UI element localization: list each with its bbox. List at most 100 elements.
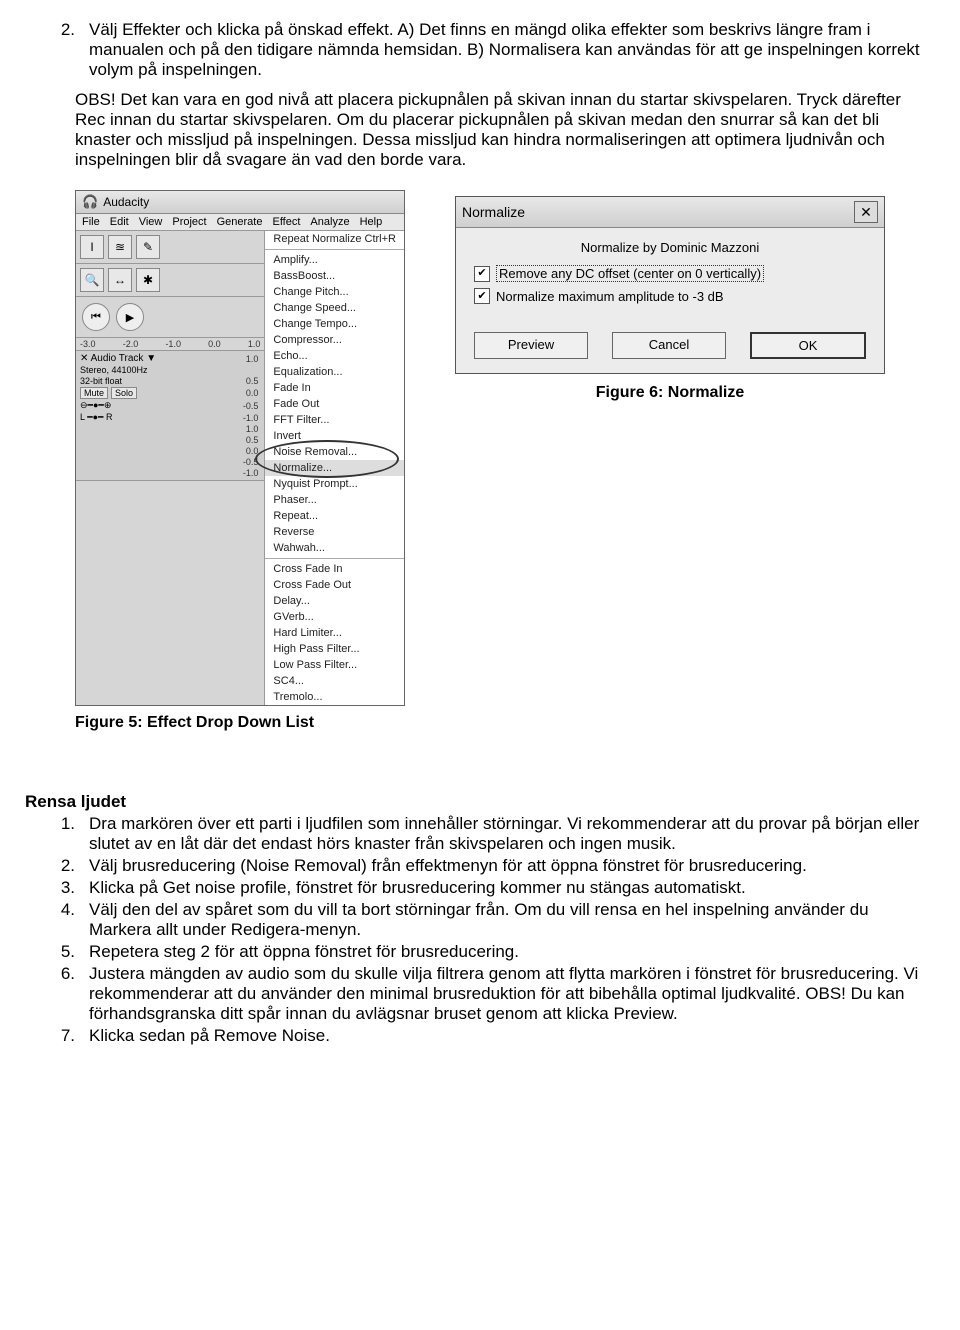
tool-row: I ≊ ✎ bbox=[76, 231, 264, 264]
section-heading: Rensa ljudet bbox=[25, 792, 935, 812]
mute-button[interactable]: Mute bbox=[80, 387, 108, 399]
list-number: 6. bbox=[25, 964, 89, 1024]
fx-item[interactable]: SC4... bbox=[265, 673, 404, 689]
track-name[interactable]: Audio Track ▼ bbox=[91, 353, 156, 364]
menu-effect[interactable]: Effect bbox=[272, 216, 300, 228]
play-icon[interactable]: ▶ bbox=[116, 303, 144, 331]
menu-generate[interactable]: Generate bbox=[217, 216, 263, 228]
fx-repeat[interactable]: Repeat Normalize Ctrl+R bbox=[265, 231, 404, 247]
list-number: 2. bbox=[25, 20, 89, 80]
skip-start-icon[interactable]: ⏮ bbox=[82, 303, 110, 331]
menu-view[interactable]: View bbox=[139, 216, 163, 228]
fx-item[interactable]: Cross Fade In bbox=[265, 561, 404, 577]
preview-button[interactable]: Preview bbox=[474, 332, 588, 359]
list-number: 1. bbox=[25, 814, 89, 854]
fx-item[interactable]: FFT Filter... bbox=[265, 412, 404, 428]
app-icon: 🎧 bbox=[82, 194, 98, 210]
timeshift-tool-icon[interactable]: ↔ bbox=[108, 268, 132, 292]
fx-item[interactable]: Equalization... bbox=[265, 364, 404, 380]
fx-item[interactable]: BassBoost... bbox=[265, 268, 404, 284]
ruler-tick: 0.0 bbox=[208, 339, 221, 349]
draw-tool-icon[interactable]: ✎ bbox=[136, 235, 160, 259]
checkbox-normalize-amp-label: Normalize maximum amplitude to -3 dB bbox=[496, 289, 724, 304]
checkbox-dc-offset[interactable]: ✔ bbox=[474, 266, 490, 282]
fx-item[interactable]: Change Pitch... bbox=[265, 284, 404, 300]
list-text: Välj Effekter och klicka på önskad effek… bbox=[89, 20, 935, 80]
fx-item[interactable]: Fade Out bbox=[265, 396, 404, 412]
close-button[interactable]: ✕ bbox=[854, 201, 878, 223]
list-text: Välj den del av spåret som du vill ta bo… bbox=[89, 900, 935, 940]
menu-analyze[interactable]: Analyze bbox=[310, 216, 349, 228]
fx-item[interactable]: High Pass Filter... bbox=[265, 641, 404, 657]
menu-project[interactable]: Project bbox=[172, 216, 206, 228]
checkbox-normalize-amp[interactable]: ✔ bbox=[474, 288, 490, 304]
fx-item[interactable]: Amplify... bbox=[265, 252, 404, 268]
checkbox-dc-offset-label: Remove any DC offset (center on 0 vertic… bbox=[496, 265, 764, 282]
obs-paragraph: OBS! Det kan vara en god nivå att placer… bbox=[25, 90, 935, 170]
cancel-button[interactable]: Cancel bbox=[612, 332, 726, 359]
bottom-section: Rensa ljudet 1.Dra markören över ett par… bbox=[25, 792, 935, 1046]
figure-6-caption: Figure 6: Normalize bbox=[455, 384, 885, 402]
time-ruler: -3.0 -2.0 -1.0 0.0 1.0 bbox=[76, 338, 264, 351]
transport-controls: ⏮ ▶ bbox=[76, 297, 264, 338]
fx-noise-removal[interactable]: Noise Removal... bbox=[265, 444, 404, 460]
menu-edit[interactable]: Edit bbox=[110, 216, 129, 228]
gain-slider-icon[interactable]: ⊖━●━⊕ bbox=[80, 400, 111, 411]
ruler-tick: 1.0 bbox=[248, 339, 261, 349]
fx-normalize[interactable]: Normalize... bbox=[265, 460, 404, 476]
ruler-tick: -1.0 bbox=[165, 339, 181, 349]
list-number: 5. bbox=[25, 942, 89, 962]
ok-button[interactable]: OK bbox=[750, 332, 866, 359]
fx-item[interactable]: Repeat... bbox=[265, 508, 404, 524]
check-icon: ✔ bbox=[477, 268, 486, 279]
fx-item[interactable]: Cross Fade Out bbox=[265, 577, 404, 593]
fx-item[interactable]: Change Tempo... bbox=[265, 316, 404, 332]
normalize-dialog: Normalize ✕ Normalize by Dominic Mazzoni… bbox=[455, 196, 885, 374]
ibeam-tool-icon[interactable]: I bbox=[80, 235, 104, 259]
fx-item[interactable]: Echo... bbox=[265, 348, 404, 364]
solo-button[interactable]: Solo bbox=[111, 387, 137, 399]
audacity-window: 🎧 Audacity File Edit View Project Genera… bbox=[75, 190, 405, 706]
fx-item[interactable]: Nyquist Prompt... bbox=[265, 476, 404, 492]
envelope-tool-icon[interactable]: ≊ bbox=[108, 235, 132, 259]
close-icon: ✕ bbox=[860, 204, 872, 221]
multi-tool-icon[interactable]: ✱ bbox=[136, 268, 160, 292]
fx-item[interactable]: Compressor... bbox=[265, 332, 404, 348]
fx-item[interactable]: Change Speed... bbox=[265, 300, 404, 316]
list-number: 4. bbox=[25, 900, 89, 940]
scale-val: 0.5 bbox=[234, 435, 260, 445]
fx-item[interactable]: Reverse bbox=[265, 524, 404, 540]
scale-val: -1.0 bbox=[234, 413, 260, 423]
menu-help[interactable]: Help bbox=[360, 216, 383, 228]
fx-item[interactable]: Fade In bbox=[265, 380, 404, 396]
list-text: Repetera steg 2 för att öppna fönstret f… bbox=[89, 942, 935, 962]
intro-section: 2. Välj Effekter och klicka på önskad ef… bbox=[25, 20, 935, 170]
fx-item[interactable]: GVerb... bbox=[265, 609, 404, 625]
menu-file[interactable]: File bbox=[82, 216, 100, 228]
fx-item[interactable]: Phaser... bbox=[265, 492, 404, 508]
menu-bar: File Edit View Project Generate Effect A… bbox=[76, 214, 404, 231]
list-text: Justera mängden av audio som du skulle v… bbox=[89, 964, 935, 1024]
scale-val: 0.5 bbox=[234, 376, 260, 386]
window-titlebar: 🎧 Audacity bbox=[76, 191, 404, 214]
zoom-tool-icon[interactable]: 🔍 bbox=[80, 268, 104, 292]
scale-val: 0.0 bbox=[234, 446, 260, 456]
window-title: Audacity bbox=[103, 195, 149, 209]
figure-5-caption: Figure 5: Effect Drop Down List bbox=[75, 714, 405, 732]
scale-val: -0.5 bbox=[234, 401, 260, 411]
dialog-subtitle: Normalize by Dominic Mazzoni bbox=[474, 240, 866, 255]
track-header: ✕ Audio Track ▼ 1.0 Stereo, 44100Hz 32-b… bbox=[76, 351, 264, 481]
ruler-tick: -2.0 bbox=[123, 339, 139, 349]
track-info: Stereo, 44100Hz bbox=[80, 365, 260, 375]
list-number: 2. bbox=[25, 856, 89, 876]
scale-val: -0.5 bbox=[234, 457, 260, 467]
fx-item[interactable]: Invert bbox=[265, 428, 404, 444]
fx-item[interactable]: Tremolo... bbox=[265, 689, 404, 705]
effect-dropdown-list: Repeat Normalize Ctrl+R Amplify... BassB… bbox=[265, 231, 404, 705]
fx-item[interactable]: Hard Limiter... bbox=[265, 625, 404, 641]
pan-slider-icon[interactable]: ━●━ bbox=[87, 412, 103, 422]
fx-item[interactable]: Low Pass Filter... bbox=[265, 657, 404, 673]
pan-label-l: L bbox=[80, 412, 85, 422]
fx-item[interactable]: Wahwah... bbox=[265, 540, 404, 556]
fx-item[interactable]: Delay... bbox=[265, 593, 404, 609]
